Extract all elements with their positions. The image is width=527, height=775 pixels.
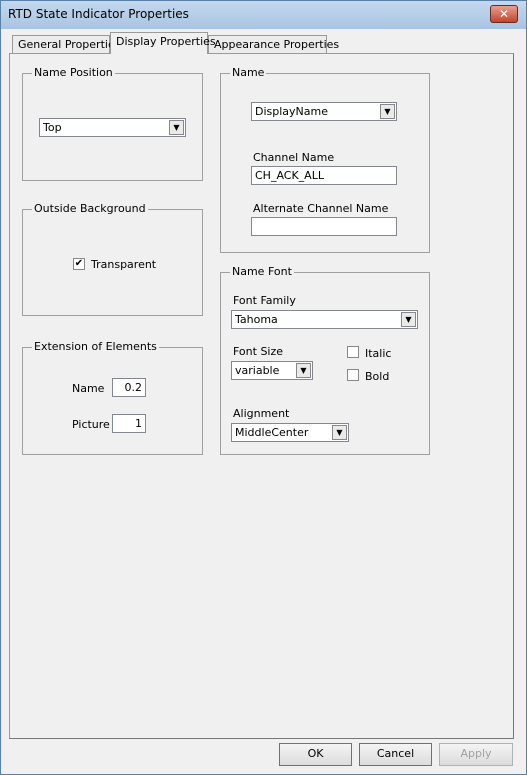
select-value: DisplayName — [255, 105, 328, 118]
channel-name-input[interactable]: CH_ACK_ALL — [251, 166, 397, 185]
name-source-select[interactable]: DisplayName ▼ — [251, 102, 397, 121]
name-position-select[interactable]: Top ▼ — [39, 118, 186, 137]
select-value: variable — [235, 364, 280, 377]
ok-button[interactable]: OK — [279, 743, 352, 766]
font-size-label: Font Size — [233, 345, 284, 358]
tab-appearance-properties[interactable]: Appearance Properties — [208, 35, 339, 54]
chevron-down-icon: ▼ — [296, 363, 311, 378]
group-label: Name Font — [230, 265, 294, 278]
alternate-channel-name-input[interactable] — [251, 217, 397, 236]
select-value: Tahoma — [235, 313, 278, 326]
bold-label: Bold — [365, 370, 390, 383]
tab-display-properties[interactable]: Display Properties — [110, 32, 216, 54]
select-value: MiddleCenter — [235, 426, 309, 439]
alternate-channel-name-label: Alternate Channel Name — [253, 202, 389, 215]
alignment-label: Alignment — [233, 407, 290, 420]
extension-picture-label: Picture — [72, 418, 110, 431]
italic-label: Italic — [365, 347, 392, 360]
bold-checkbox[interactable] — [347, 369, 359, 381]
cancel-button[interactable]: Cancel — [359, 743, 432, 766]
group-label: Outside Background — [32, 202, 148, 215]
group-label: Extension of Elements — [32, 340, 159, 353]
close-icon[interactable]: ✕ — [490, 5, 518, 23]
title-bar: RTD State Indicator Properties ✕ — [1, 1, 526, 29]
apply-button[interactable]: Apply — [439, 743, 513, 766]
chevron-down-icon: ▼ — [169, 120, 184, 135]
extension-picture-input[interactable]: 1 — [112, 414, 146, 433]
transparent-label: Transparent — [91, 258, 157, 271]
channel-name-label: Channel Name — [253, 151, 335, 164]
chevron-down-icon: ▼ — [332, 425, 347, 440]
select-value: Top — [43, 121, 62, 134]
chevron-down-icon: ▼ — [380, 104, 395, 119]
font-family-label: Font Family — [233, 294, 296, 307]
extension-name-input[interactable]: 0.2 — [112, 378, 146, 397]
font-family-select[interactable]: Tahoma ▼ — [231, 310, 418, 329]
alignment-select[interactable]: MiddleCenter ▼ — [231, 423, 349, 442]
tab-general-properties[interactable]: General Properties — [12, 35, 120, 54]
extension-group: Extension of Elements — [22, 340, 203, 455]
transparent-checkbox[interactable]: ✔ — [73, 258, 85, 270]
properties-dialog: RTD State Indicator Properties ✕ General… — [0, 0, 527, 775]
chevron-down-icon: ▼ — [401, 312, 416, 327]
font-size-select[interactable]: variable ▼ — [231, 361, 313, 380]
italic-checkbox[interactable] — [347, 346, 359, 358]
group-label: Name — [230, 66, 267, 79]
group-label: Name Position — [32, 66, 115, 79]
window-title: RTD State Indicator Properties — [8, 7, 189, 21]
extension-name-label: Name — [72, 382, 105, 395]
